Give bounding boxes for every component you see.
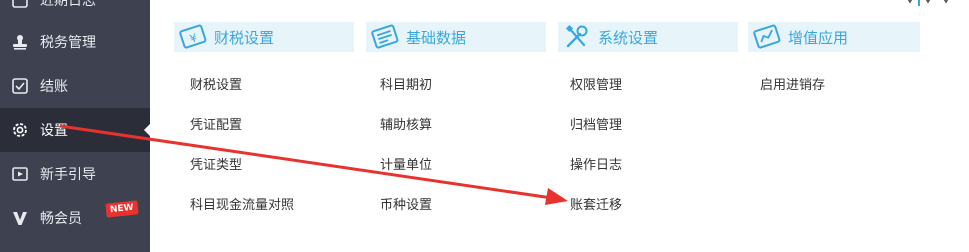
menu-item-archive-management[interactable]: 归档管理 [570,114,622,133]
basic-data-icon [368,23,402,51]
sidebar-item-label: 近期日志 [40,0,96,9]
sidebar-item-beginner-guide[interactable]: 新手引导 [0,152,150,196]
menu-item-voucher-config[interactable]: 凭证配置 [190,114,242,133]
column-title: 基础数据 [406,28,467,47]
settings-mega-menu: ¥ 财税设置 财税设置 凭证配置 凭证类型 科目现金流量对照 基础数据 科目期初… [150,0,969,252]
value-added-icon [750,23,784,51]
column-header-value-added: 增值应用 [748,22,920,52]
column-title: 系统设置 [598,28,659,47]
sidebar-item-label: 畅会员 [40,211,82,227]
sidebar-item-label: 新手引导 [40,167,96,183]
menu-item-cashflow-mapping[interactable]: 科目现金流量对照 [190,194,294,213]
vip-icon [10,208,30,228]
sidebar-item-checkout[interactable]: 结账 [0,64,150,108]
menu-item-unit-of-measure[interactable]: 计量单位 [380,154,432,173]
menu-item-opening-balance[interactable]: 科目期初 [380,74,432,93]
clipped-top-right-graphic [918,0,920,6]
gear-icon [10,120,30,140]
sidebar-item-settings[interactable]: 设置 [0,108,150,152]
column-title: 增值应用 [788,28,849,47]
calendar-icon [10,0,30,10]
sidebar-item-recent-log[interactable]: 近期日志 [0,0,150,22]
column-header-tax-settings: ¥ 财税设置 [174,22,354,52]
menu-item-enable-inventory[interactable]: 启用进销存 [760,74,825,93]
sidebar-item-tax-management[interactable]: 税务管理 [0,20,150,64]
menu-item-tax-settings[interactable]: 财税设置 [190,74,242,93]
tax-settings-icon: ¥ [176,23,210,51]
menu-item-permission-management[interactable]: 权限管理 [570,74,622,93]
column-header-system-settings: 系统设置 [558,22,738,52]
menu-item-currency-settings[interactable]: 币种设置 [380,194,432,213]
svg-text:¥: ¥ [188,31,199,46]
checkout-icon [10,76,30,96]
sidebar-item-label: 税务管理 [40,35,96,51]
menu-item-voucher-type[interactable]: 凭证类型 [190,154,242,173]
menu-item-operation-log[interactable]: 操作日志 [570,154,622,173]
column-title: 财税设置 [214,28,275,47]
stamp-icon [10,32,30,52]
column-header-basic-data: 基础数据 [366,22,546,52]
sidebar-item-label: 设置 [40,123,68,139]
menu-item-auxiliary-accounting[interactable]: 辅助核算 [380,114,432,133]
play-icon [10,164,30,184]
sidebar: 近期日志 税务管理 结账 设置 新手引导 畅会员 NEW [0,0,150,252]
sidebar-item-label: 结账 [40,79,68,95]
tools-icon [560,23,594,51]
menu-item-account-set-migration[interactable]: 账套迁移 [570,194,622,213]
